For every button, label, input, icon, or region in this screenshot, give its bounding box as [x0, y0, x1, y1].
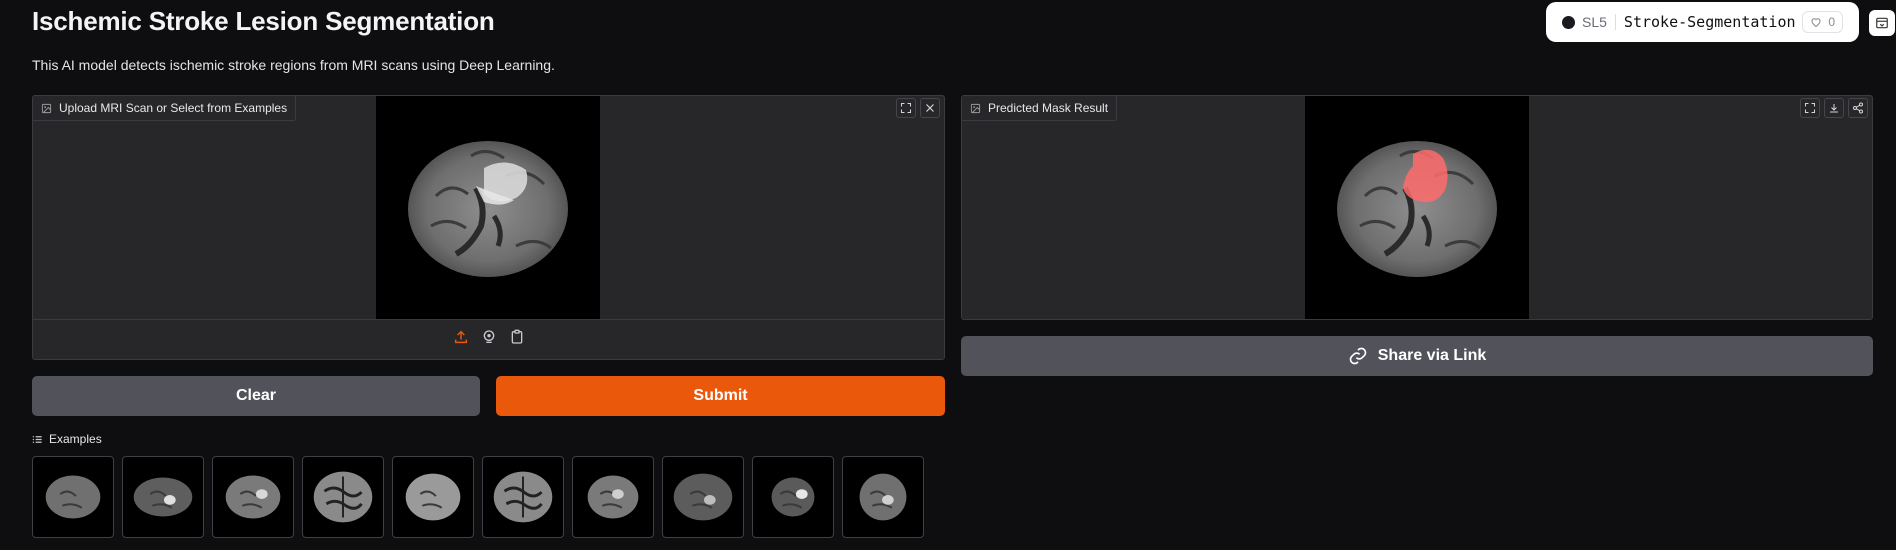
brain-mri-with-mask: [1337, 141, 1497, 277]
fullscreen-icon: [901, 103, 911, 113]
webcam-icon: [483, 330, 494, 343]
example-mri-image: [859, 473, 907, 521]
window-icon: [1876, 17, 1888, 29]
fullscreen-button[interactable]: [1800, 98, 1820, 118]
example-thumbnail[interactable]: [842, 456, 924, 538]
example-thumbnail[interactable]: [392, 456, 474, 538]
share-icon: [1853, 102, 1863, 114]
example-thumbnail[interactable]: [752, 456, 834, 538]
clipboard-icon: [511, 329, 522, 344]
uploaded-mri-image: [376, 96, 600, 320]
example-thumbnail[interactable]: [572, 456, 654, 538]
example-thumbnail[interactable]: [662, 456, 744, 538]
share-button[interactable]: [1848, 98, 1868, 118]
page-description: This AI model detects ischemic stroke re…: [32, 57, 555, 73]
examples-label: Examples: [49, 432, 102, 446]
example-mri-image: [225, 475, 281, 519]
fullscreen-button[interactable]: [896, 98, 916, 118]
page-title: Ischemic Stroke Lesion Segmentation: [32, 6, 495, 36]
clear-button[interactable]: Clear: [32, 376, 480, 416]
image-icon: [41, 103, 52, 113]
output-panel-label: Predicted Mask Result: [962, 96, 1118, 121]
submit-button[interactable]: Submit: [496, 376, 945, 416]
example-thumbnail[interactable]: [212, 456, 294, 538]
webcam-source-button[interactable]: [481, 329, 497, 350]
example-mri-image: [587, 475, 639, 519]
example-mri-image: [133, 477, 193, 517]
predicted-mask-image: [1305, 96, 1529, 319]
example-mri-image: [493, 471, 553, 523]
brain-mri-scan: [408, 141, 568, 277]
example-mri-image: [405, 473, 461, 521]
download-icon: [1830, 104, 1838, 113]
example-mri-image: [771, 477, 815, 517]
image-source-toolbar: [33, 319, 944, 359]
input-image-panel[interactable]: Upload MRI Scan or Select from Examples: [32, 95, 945, 360]
share-button-label: Share via Link: [1377, 347, 1487, 364]
example-mri-image: [45, 475, 101, 519]
download-button[interactable]: [1824, 98, 1844, 118]
output-image-panel: Predicted Mask Result: [961, 95, 1873, 320]
input-panel-label: Upload MRI Scan or Select from Examples: [33, 96, 297, 121]
space-name[interactable]: Stroke-Segmentation: [1624, 13, 1796, 31]
example-mri-image: [313, 471, 373, 523]
examples-gallery: [32, 456, 924, 538]
example-thumbnail[interactable]: [482, 456, 564, 538]
space-owner[interactable]: SL5: [1582, 14, 1616, 30]
fullscreen-icon: [1805, 103, 1815, 113]
space-avatar-icon: [1562, 15, 1575, 29]
examples-header: Examples: [32, 432, 102, 446]
image-icon: [970, 103, 981, 113]
space-menu-button[interactable]: [1869, 10, 1895, 36]
example-thumbnail[interactable]: [302, 456, 384, 538]
close-icon: [926, 104, 934, 112]
like-button[interactable]: 0: [1802, 11, 1843, 33]
output-panel-label-text: Predicted Mask Result: [988, 101, 1109, 115]
example-mri-image: [673, 473, 733, 521]
share-via-link-button[interactable]: Share via Link: [961, 336, 1873, 376]
link-icon: [1349, 347, 1367, 365]
clear-image-button[interactable]: [920, 98, 940, 118]
heart-icon: [1811, 18, 1821, 28]
like-count: 0: [1828, 15, 1835, 29]
space-badge[interactable]: SL5 Stroke-Segmentation 0: [1546, 2, 1859, 42]
upload-icon: [454, 330, 467, 344]
upload-source-button[interactable]: [453, 329, 469, 350]
example-thumbnail[interactable]: [122, 456, 204, 538]
example-thumbnail[interactable]: [32, 456, 114, 538]
list-icon: [32, 435, 42, 443]
clipboard-source-button[interactable]: [509, 329, 525, 350]
input-panel-label-text: Upload MRI Scan or Select from Examples: [59, 101, 288, 115]
